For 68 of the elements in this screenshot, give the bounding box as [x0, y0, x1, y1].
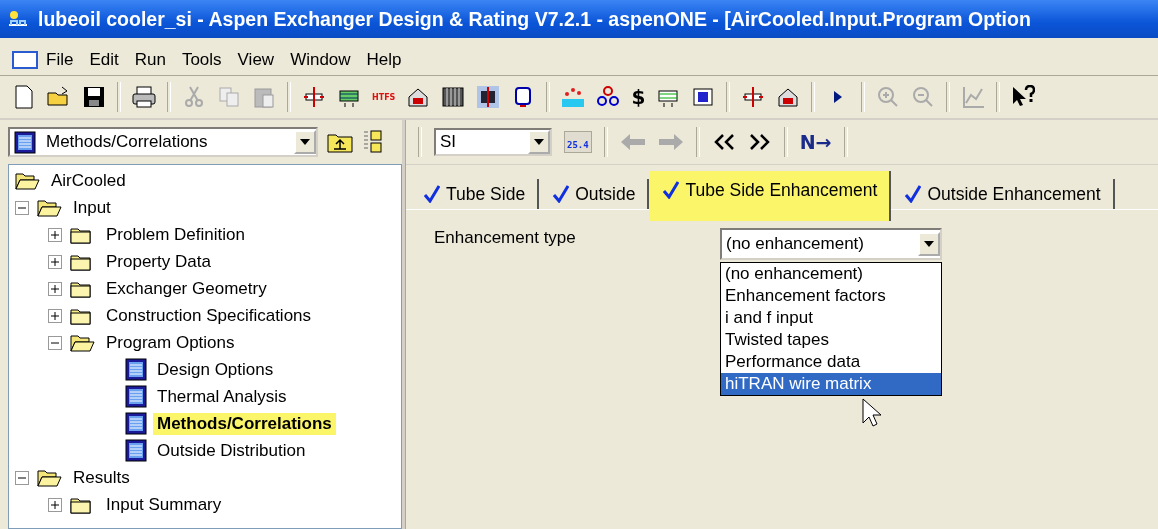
dropdown-option[interactable]: i and f input — [721, 307, 941, 329]
collapse-icon[interactable] — [48, 335, 62, 350]
page-selector[interactable]: Methods/Correlations — [8, 127, 318, 157]
form-icon — [125, 358, 147, 381]
tree-item[interactable]: Input — [69, 196, 115, 219]
help-pointer-icon[interactable] — [1011, 85, 1036, 109]
menu-item[interactable]: Run — [126, 47, 174, 72]
form-icon — [125, 412, 147, 435]
tree-item[interactable]: Methods/Correlations — [153, 412, 336, 435]
caret-icon — [300, 139, 310, 145]
dropdown-button[interactable] — [918, 232, 940, 256]
tree-view-icon[interactable] — [362, 128, 382, 156]
menu-item[interactable]: Help — [358, 47, 410, 72]
tree-item[interactable]: Property Data — [102, 250, 215, 273]
tab[interactable]: Tube Side Enhancement — [649, 171, 892, 221]
app-icon — [6, 9, 30, 29]
expand-icon[interactable] — [48, 497, 62, 512]
menu-item[interactable]: File — [38, 47, 82, 72]
unit-conversion-button[interactable]: 25.4 — [564, 131, 592, 153]
tree-item[interactable]: Outside Distribution — [153, 439, 310, 462]
dropdown-option[interactable]: Performance data — [721, 351, 941, 373]
save-icon[interactable] — [82, 85, 106, 109]
tab[interactable]: Tube Side — [410, 179, 540, 209]
cursor-icon — [862, 398, 882, 428]
tree-item[interactable]: Design Options — [153, 358, 278, 381]
dropdown-option[interactable]: Enhancement factors — [721, 285, 941, 307]
dropdown-option[interactable]: hiTRAN wire matrix — [721, 373, 941, 395]
expand-icon[interactable] — [48, 308, 62, 323]
form-icon — [125, 439, 147, 462]
menu-item[interactable]: Window — [282, 47, 359, 72]
expand-icon[interactable] — [48, 254, 62, 269]
menu-item[interactable]: View — [229, 47, 283, 72]
collapse-icon[interactable] — [15, 470, 29, 485]
toolbar-button[interactable]: HTFS — [372, 92, 396, 102]
toolbar-button[interactable]: $ — [631, 85, 646, 109]
expand-icon[interactable] — [48, 281, 62, 296]
tree-item[interactable]: Exchanger Geometry — [102, 277, 271, 300]
window-title: lubeoil cooler_si - Aspen Exchanger Design & Rating V7.2.1 - aspenONE - [AirCooled.Input.Program Option — [38, 7, 1031, 31]
form-icon — [125, 385, 147, 408]
tree-item[interactable]: Problem Definition — [102, 223, 249, 246]
document-window-icon — [12, 50, 38, 69]
units-selector[interactable]: SI — [434, 128, 552, 156]
dropdown-button[interactable] — [294, 130, 316, 154]
tree-item[interactable]: AirCooled — [47, 169, 130, 192]
menu-item[interactable]: Edit — [81, 47, 127, 72]
new-file-icon[interactable] — [12, 85, 36, 109]
caret-icon — [534, 139, 544, 145]
field-label: Enhancement type — [434, 228, 576, 248]
form-icon — [14, 130, 36, 154]
tree-item[interactable]: Input Summary — [102, 493, 226, 516]
dropdown-button[interactable] — [528, 130, 550, 154]
expand-icon[interactable] — [48, 227, 62, 242]
enhancement-type-dropdown[interactable]: (no enhancement) — [720, 228, 942, 260]
double-chevron-right-icon[interactable] — [747, 133, 772, 151]
tree-item[interactable]: Thermal Analysis — [153, 385, 291, 408]
dropdown-option[interactable]: Twisted tapes — [721, 329, 941, 351]
tree-item[interactable]: Results — [69, 466, 134, 489]
network-icon[interactable] — [596, 85, 621, 109]
open-folder-icon[interactable] — [47, 85, 71, 109]
tree-item[interactable]: Program Options — [102, 331, 239, 354]
caret-icon — [924, 241, 934, 247]
collapse-icon[interactable] — [15, 200, 29, 215]
next-button[interactable]: N→ — [799, 131, 832, 153]
dropdown-option[interactable]: (no enhancement) — [721, 263, 941, 285]
tree-item[interactable]: Construction Specifications — [102, 304, 316, 327]
print-icon[interactable] — [132, 85, 156, 109]
menu-item[interactable]: Tools — [173, 47, 230, 72]
tab[interactable]: Outside Enhancement — [891, 179, 1115, 209]
